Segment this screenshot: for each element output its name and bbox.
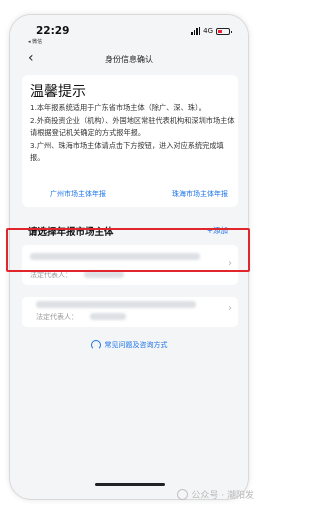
back-to-wechat-link[interactable]: ◂ 微信 xyxy=(28,38,42,45)
notice-body: 1.本年报系统适用于广东省市场主体（除广、深、珠）。 2.外商投资企业（机构）、… xyxy=(30,102,236,165)
notice-line-3: 3.广州、珠海市场主体请点击下方按钮，进入对应系统完成填报。 xyxy=(30,140,224,163)
entity-card-2[interactable]: 法定代表人： › xyxy=(22,297,238,327)
status-bar: 22:29 ◂ 微信 4G xyxy=(10,15,248,47)
notice-line-2: 2.外商投资企业（机构）、外国地区常驻代表机构和深圳市场主体请根据登记机关确定的… xyxy=(30,115,235,138)
home-indicator xyxy=(95,483,165,486)
zhuhai-annual-report-link[interactable]: 珠海市场主体年报 xyxy=(172,189,228,199)
legal-rep-name-redacted xyxy=(84,271,124,278)
notice-line-1: 1.本年报系统适用于广东省市场主体（除广、深、珠）。 xyxy=(30,103,206,112)
entity-name-redacted xyxy=(36,301,196,308)
watermark-text: 公众号 · 潮阳发 xyxy=(191,491,254,501)
notice-title: 温馨提示 xyxy=(30,84,86,100)
chevron-right-icon: › xyxy=(228,303,232,314)
network-label: 4G xyxy=(203,27,213,35)
status-time: 22:29 xyxy=(36,25,70,37)
guangzhou-annual-report-link[interactable]: 广州市场主体年报 xyxy=(50,189,106,199)
legal-rep-name-redacted xyxy=(90,313,126,320)
page-title: 身份信息确认 xyxy=(105,55,153,64)
watermark: 公众号 · 潮阳发 xyxy=(177,488,254,501)
notice-links: 广州市场主体年报 珠海市场主体年报 xyxy=(22,189,238,199)
help-faq-link[interactable]: 常见问题及咨询方式 xyxy=(0,340,258,350)
signal-icon xyxy=(191,27,201,35)
headset-icon xyxy=(90,340,101,350)
battery-icon xyxy=(216,27,232,35)
selection-highlight-box xyxy=(6,228,250,272)
legal-rep-label: 法定代表人： xyxy=(36,313,78,321)
wechat-official-account-icon xyxy=(177,489,189,500)
help-label: 常见问题及咨询方式 xyxy=(104,341,168,349)
status-indicators: 4G xyxy=(191,27,232,35)
notice-card: 温馨提示 1.本年报系统适用于广东省市场主体（除广、深、珠）。 2.外商投资企业… xyxy=(22,75,238,207)
navigation-bar: ‹ 身份信息确认 xyxy=(10,51,248,69)
